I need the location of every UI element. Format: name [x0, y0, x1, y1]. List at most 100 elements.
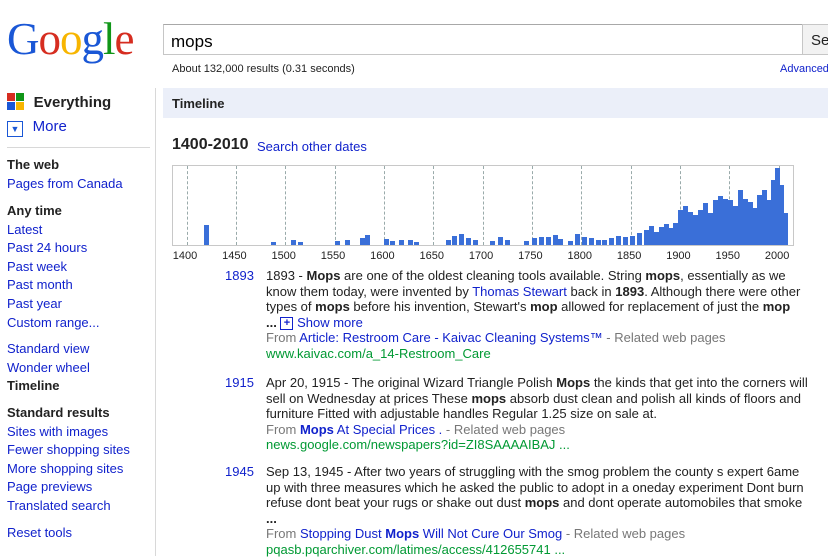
chart-bar[interactable]	[365, 235, 370, 245]
chart-bar[interactable]	[399, 240, 404, 245]
chart-bar[interactable]	[575, 234, 580, 245]
text-run: sell on Wednesday at prices These	[266, 391, 471, 406]
sidebar-any-time[interactable]: Any time	[7, 203, 62, 218]
snippet-line: furniture Fitted with adjustable handles…	[266, 406, 816, 422]
chart-bar[interactable]	[466, 238, 471, 245]
highlight-term: Mops	[306, 268, 340, 283]
sidebar-custom-range[interactable]: Custom range...	[7, 315, 100, 330]
sidebar-latest[interactable]: Latest	[7, 222, 42, 237]
chart-gridline	[384, 166, 385, 245]
chart-bar[interactable]	[783, 213, 788, 245]
chart-bar[interactable]	[459, 234, 464, 245]
chart-bar[interactable]	[623, 237, 628, 245]
sidebar-standard-results[interactable]: Standard results	[7, 405, 110, 420]
chart-bar[interactable]	[204, 225, 209, 245]
chart-bar[interactable]	[384, 239, 389, 245]
expand-plus-icon[interactable]: +	[280, 317, 293, 330]
chart-bar[interactable]	[524, 241, 529, 245]
chart-bar[interactable]	[298, 242, 303, 245]
search-other-dates-link[interactable]: Search other dates	[257, 139, 367, 154]
chart-bar[interactable]	[558, 239, 563, 245]
axis-tick-label: 1400	[173, 250, 197, 262]
chart-bar[interactable]	[490, 241, 495, 245]
sidebar-the-web[interactable]: The web	[7, 157, 59, 172]
result-year-link[interactable]: 1945	[225, 464, 254, 479]
result-year-link[interactable]: 1893	[225, 268, 254, 283]
chart-bar[interactable]	[271, 242, 276, 245]
chart-bar[interactable]	[446, 240, 451, 245]
chart-bar[interactable]	[539, 237, 544, 245]
chart-bar[interactable]	[602, 240, 607, 245]
chart-bar[interactable]	[546, 237, 551, 245]
sidebar-reset-tools[interactable]: Reset tools	[7, 525, 72, 540]
sidebar-item-label: Everything	[34, 94, 112, 111]
source-link[interactable]: Article: Restroom Care - Kaivac Cleaning…	[299, 330, 602, 345]
text-run: back in	[567, 284, 615, 299]
sidebar-timeline[interactable]: Timeline	[7, 378, 60, 393]
source-link[interactable]: Stopping Dust Mops Will Not Cure Our Smo…	[300, 526, 562, 541]
chart-bar[interactable]	[596, 240, 601, 245]
sidebar-fewer-shopping-sites[interactable]: Fewer shopping sites	[7, 442, 130, 457]
sidebar-past-week[interactable]: Past week	[7, 259, 67, 274]
sidebar-past-month[interactable]: Past month	[7, 277, 73, 292]
sidebar-more[interactable]: ▼ More	[7, 118, 67, 137]
snippet-line: know them today, were invented by Thomas…	[266, 284, 816, 300]
chart-bar[interactable]	[335, 241, 340, 245]
axis-tick-label: 1600	[370, 250, 394, 262]
sidebar-page-previews[interactable]: Page previews	[7, 479, 92, 494]
sidebar-border	[155, 88, 156, 556]
search-input[interactable]: mops	[163, 24, 803, 55]
chart-bar[interactable]	[473, 240, 478, 245]
chart-bar[interactable]	[616, 236, 621, 245]
chart-bar[interactable]	[630, 236, 635, 245]
chart-bar[interactable]	[414, 242, 419, 245]
sidebar-past-24-hours[interactable]: Past 24 hours	[7, 240, 87, 255]
chart-bar[interactable]	[452, 236, 457, 245]
sidebar-more-shopping-sites[interactable]: More shopping sites	[7, 461, 123, 476]
search-button[interactable]: Se	[802, 24, 828, 55]
chart-bar[interactable]	[568, 241, 573, 245]
chart-bar[interactable]	[582, 237, 587, 245]
result-stats: About 132,000 results (0.31 seconds)	[172, 63, 355, 75]
sidebar-item-label: More	[33, 118, 67, 135]
show-more-link[interactable]: Show more	[293, 315, 362, 330]
result-year-link[interactable]: 1915	[225, 375, 254, 390]
sidebar-sites-with-images[interactable]: Sites with images	[7, 424, 108, 439]
from-label: From	[266, 526, 300, 541]
chart-bar[interactable]	[589, 238, 594, 245]
axis-tick-label: 1550	[321, 250, 345, 262]
result-snippet: Sep 13, 1945 - After two years of strugg…	[266, 464, 816, 557]
text-run: At Special Prices .	[334, 422, 442, 437]
google-logo[interactable]: Google	[7, 14, 134, 64]
chart-bar[interactable]	[408, 240, 413, 245]
chart-bar[interactable]	[532, 238, 537, 245]
sidebar-past-year[interactable]: Past year	[7, 296, 62, 311]
related-pages-link[interactable]: - Related web pages	[442, 422, 565, 437]
sidebar-wonder-wheel[interactable]: Wonder wheel	[7, 360, 90, 375]
chart-gridline	[236, 166, 237, 245]
axis-tick-label: 1850	[617, 250, 641, 262]
related-pages-link[interactable]: - Related web pages	[603, 330, 726, 345]
logo-letter: o	[60, 14, 82, 64]
chart-bar[interactable]	[609, 238, 614, 245]
source-link[interactable]: Mops At Special Prices .	[300, 422, 442, 437]
sidebar-divider	[7, 147, 150, 148]
chart-gridline	[483, 166, 484, 245]
text-run: Will Not Cure Our Smog	[419, 526, 562, 541]
chart-bar[interactable]	[498, 237, 503, 245]
sidebar-translated-search[interactable]: Translated search	[7, 498, 111, 513]
chart-bar[interactable]	[345, 240, 350, 245]
sidebar-pages-from-canada[interactable]: Pages from Canada	[7, 176, 123, 191]
related-pages-link[interactable]: - Related web pages	[562, 526, 685, 541]
logo-letter: e	[115, 14, 134, 64]
sidebar-standard-view[interactable]: Standard view	[7, 341, 89, 356]
chart-bar[interactable]	[390, 241, 395, 245]
chart-bar[interactable]	[291, 240, 296, 245]
advanced-search-link[interactable]: Advanced	[780, 63, 828, 75]
timeline-chart[interactable]	[172, 165, 794, 246]
sidebar-item-everything[interactable]: Everything	[7, 93, 111, 111]
chart-bar[interactable]	[505, 240, 510, 245]
inline-link[interactable]: Thomas Stewart	[472, 284, 567, 299]
chart-bar[interactable]	[637, 233, 642, 245]
axis-tick-label: 1800	[568, 250, 592, 262]
